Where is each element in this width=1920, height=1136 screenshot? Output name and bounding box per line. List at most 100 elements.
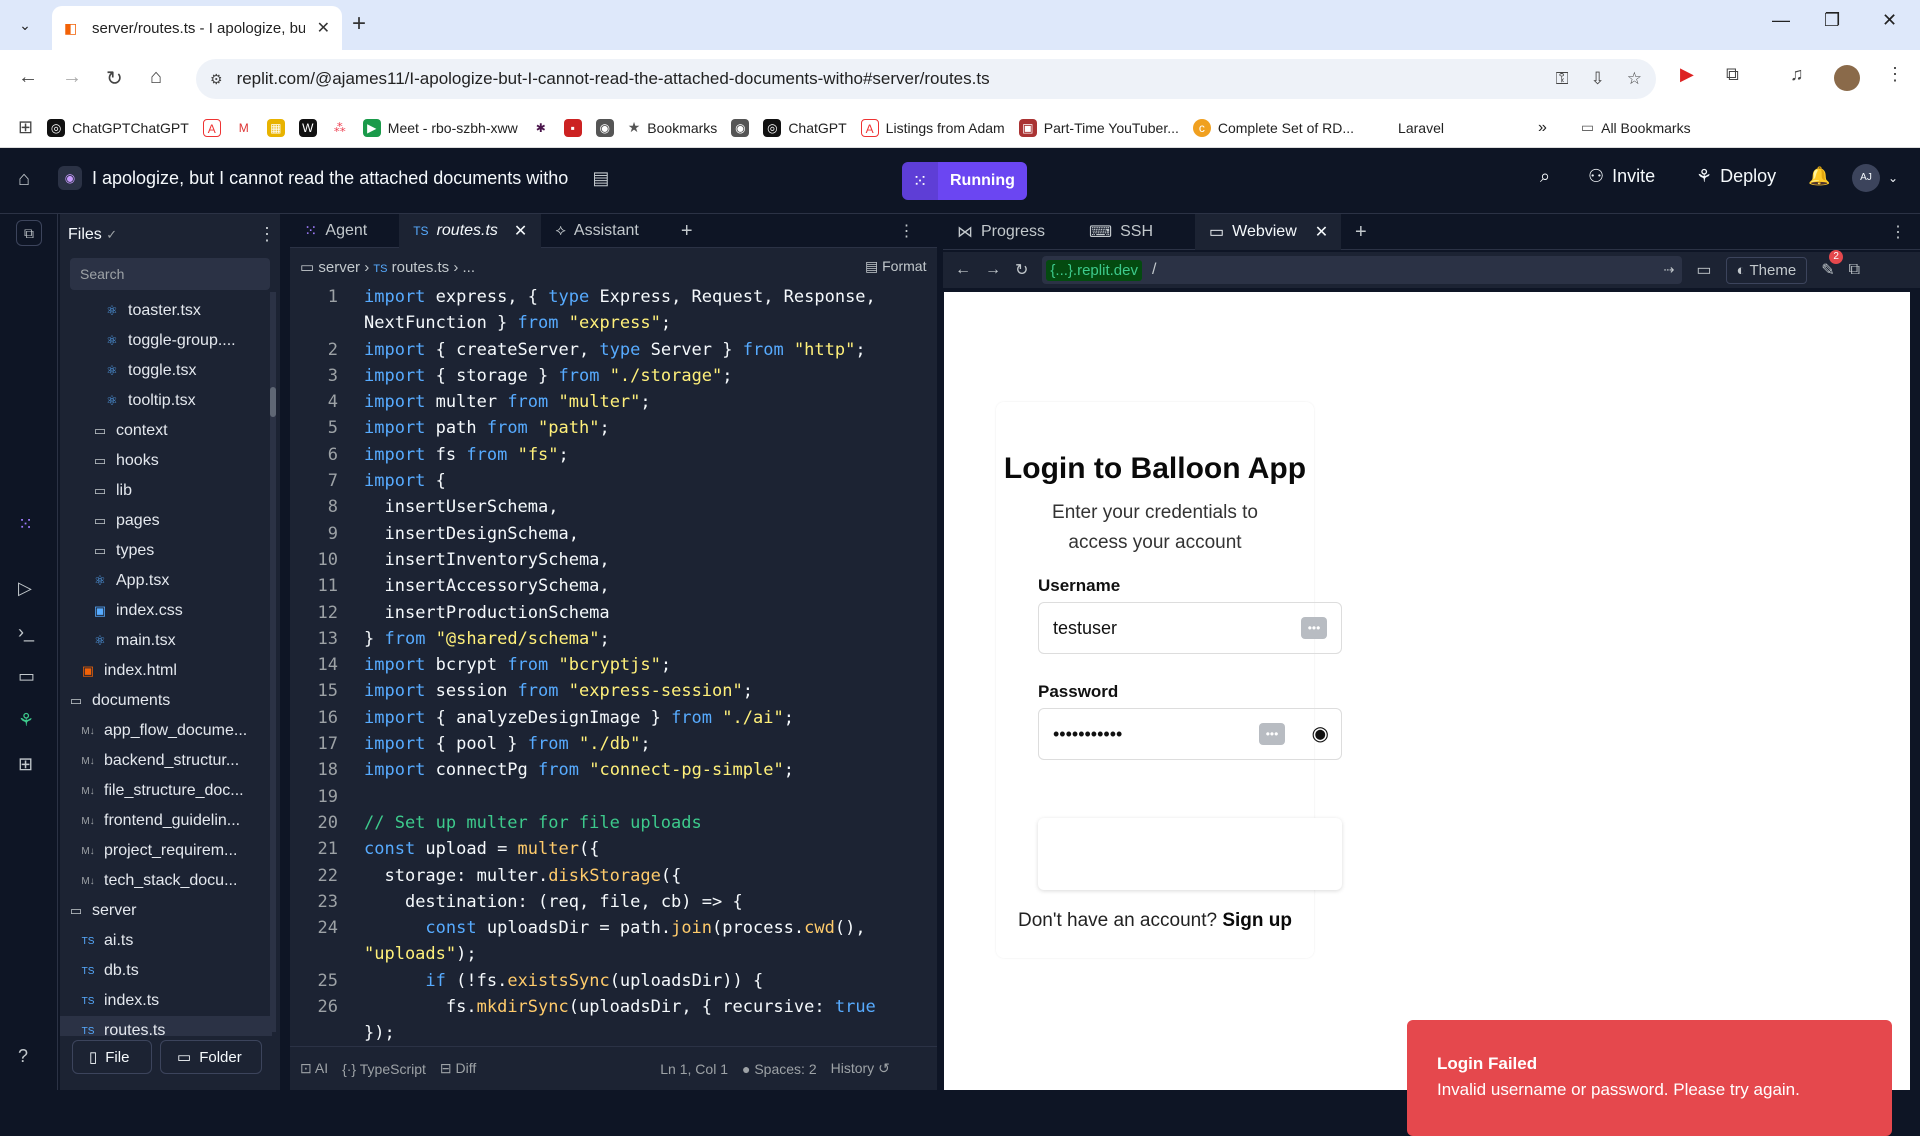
password-field[interactable]: ••••••••••• ••• ◉ <box>1038 708 1342 760</box>
code-line[interactable]: 4 import multer from "multer"; <box>290 389 925 415</box>
agent-icon[interactable]: ⁙ <box>18 514 33 535</box>
home-icon[interactable]: ⌂ <box>18 168 30 191</box>
notifications-icon[interactable]: 🔔 <box>1808 166 1830 187</box>
code-line[interactable]: 16 import { analyzeDesignImage } from "./… <box>290 705 925 731</box>
file-tree-item[interactable]: ▭ types <box>60 536 272 566</box>
code-line[interactable]: 19 <box>290 784 925 810</box>
code-line[interactable]: 17 import { pool } from "./db"; <box>290 731 925 757</box>
youtube-extension-icon[interactable]: ▶ <box>1680 64 1694 85</box>
webview-url-input[interactable]: {...}.replit.dev / ⇢ <box>1042 256 1683 284</box>
preview-icon[interactable]: ▷ <box>18 578 32 599</box>
tab-agent[interactable]: ⁙ Agent <box>290 214 381 248</box>
project-info-icon[interactable]: ▤ <box>592 168 609 189</box>
code-line[interactable]: 14 import bcrypt from "bcryptjs"; <box>290 652 925 678</box>
tab-ssh[interactable]: ⌨ SSH <box>1075 214 1195 250</box>
install-app-icon[interactable]: ⇩ <box>1591 69 1605 89</box>
bookmark-yellow-icon[interactable]: ▦ <box>266 118 285 137</box>
bookmark-chatgpt-chatgpt[interactable]: ◎ ChatGPTChatGPT <box>47 118 189 137</box>
code-line[interactable]: 25 if (!fs.existsSync(uploadsDir)) { <box>290 968 925 994</box>
tab-progress[interactable]: ⋈ Progress <box>943 214 1075 250</box>
bookmark-star-icon[interactable]: ☆ <box>1627 69 1642 89</box>
file-tree-item[interactable]: ▣ index.css <box>60 596 272 626</box>
all-tools-icon[interactable]: ⊞ <box>18 754 33 775</box>
files-icon[interactable]: ⧉ <box>16 220 42 246</box>
address-bar[interactable]: ⚙ replit.com/@ajames11/I-apologize-but-I… <box>196 59 1656 99</box>
code-line[interactable]: 12 insertProductionSchema <box>290 600 925 626</box>
code-line[interactable]: 18 import connectPg from "connect-pg-simp… <box>290 757 925 783</box>
theme-button[interactable]: ◐ Theme <box>1725 256 1808 284</box>
file-tree-item[interactable]: ⚛ toggle.tsx <box>60 356 272 386</box>
tab-routes-ts[interactable]: TS routes.ts ✕ <box>399 214 542 248</box>
open-new-tab-icon[interactable]: ⧉ <box>1849 261 1860 279</box>
help-icon[interactable]: ? <box>18 1046 28 1067</box>
bookmark-airbnb-icon[interactable]: A <box>202 118 221 137</box>
diff-toggle[interactable]: ⊟ Diff <box>440 1060 476 1077</box>
media-controls-icon[interactable]: ♫ <box>1790 64 1804 85</box>
tab-search-dropdown-icon[interactable]: ⌄ <box>10 12 40 38</box>
restore-icon[interactable]: ❐ <box>1824 10 1840 31</box>
reload-icon[interactable]: ↻ <box>1015 260 1028 280</box>
bookmark-color-icon[interactable]: ⁂ <box>330 118 349 137</box>
file-tree-item[interactable]: ▭ lib <box>60 476 272 506</box>
cursor-position[interactable]: Ln 1, Col 1 <box>660 1061 728 1077</box>
bookmark-slack-icon[interactable]: ✱ <box>531 118 550 137</box>
apps-grid-icon[interactable]: ⊞ <box>18 117 33 138</box>
bookmark-globe-icon[interactable]: ◉ <box>595 118 614 137</box>
file-tree-item[interactable]: ▭ pages <box>60 506 272 536</box>
file-tree-item[interactable]: ⚛ App.tsx <box>60 566 272 596</box>
new-folder-button[interactable]: ▭ Folder <box>160 1040 262 1074</box>
invite-button[interactable]: ⚇ Invite <box>1588 166 1655 187</box>
file-tree-item[interactable]: ▭ context <box>60 416 272 446</box>
file-tree-item[interactable]: M↓ frontend_guidelin... <box>60 806 272 836</box>
open-url-icon[interactable]: ⇢ <box>1664 262 1675 278</box>
file-search-input[interactable]: Search <box>70 258 270 290</box>
close-tab-icon[interactable]: ✕ <box>1315 222 1328 242</box>
tab-webview[interactable]: ▭ Webview ✕ <box>1195 214 1341 250</box>
close-window-icon[interactable]: ✕ <box>1882 10 1897 31</box>
bookmark-chatgpt[interactable]: ◎ ChatGPT <box>763 118 847 137</box>
code-line[interactable]: 11 insertAccessorySchema, <box>290 573 925 599</box>
password-manager-icon[interactable]: ••• <box>1259 723 1285 745</box>
code-line[interactable]: 23 destination: (req, file, cb) => { <box>290 889 925 915</box>
bookmark-globe2-icon[interactable]: ◉ <box>731 118 750 137</box>
profile-avatar[interactable] <box>1834 65 1860 91</box>
signup-link[interactable]: Sign up <box>1222 910 1292 931</box>
login-button[interactable] <box>1038 818 1342 890</box>
project-title-group[interactable]: ◉ I apologize, but I cannot read the att… <box>58 166 609 190</box>
browser-tab-active[interactable]: ◧ server/routes.ts - I apologize, bu ✕ <box>52 6 342 50</box>
bookmark-meet[interactable]: ▶ Meet - rbo-szbh-xww <box>362 118 518 137</box>
git-icon[interactable]: ⚘ <box>18 710 34 731</box>
run-button[interactable]: ⁙ Running <box>902 162 1027 200</box>
tab-assistant[interactable]: ⟡ Assistant <box>541 214 653 248</box>
home-icon[interactable]: ⌂ <box>150 66 162 89</box>
code-line[interactable]: 1 import express, { type Express, Request… <box>290 284 925 310</box>
files-menu-icon[interactable]: ⋮ <box>258 224 276 245</box>
pane-menu-icon[interactable]: ⋮ <box>885 214 929 248</box>
file-tree-item[interactable]: ⚛ tooltip.tsx <box>60 386 272 416</box>
ai-toggle[interactable]: ⊡ AI <box>300 1060 328 1077</box>
code-line[interactable]: 2 import { createServer, type Server } fr… <box>290 337 925 363</box>
code-line[interactable]: 20 // Set up multer for file uploads <box>290 810 925 836</box>
code-line[interactable]: 26 fs.mkdirSync(uploadsDir, { recursive:… <box>290 994 925 1020</box>
reload-icon[interactable]: ↻ <box>106 66 123 91</box>
file-tree-item[interactable]: M↓ project_requirem... <box>60 836 272 866</box>
code-line[interactable]: 8 insertUserSchema, <box>290 494 925 520</box>
code-line[interactable]: 7 import { <box>290 468 925 494</box>
code-line[interactable]: 15 import session from "express-session"; <box>290 678 925 704</box>
back-icon[interactable]: ← <box>955 261 971 279</box>
file-tree-item[interactable]: ⚛ main.tsx <box>60 626 272 656</box>
file-tree-item[interactable]: M↓ tech_stack_docu... <box>60 866 272 896</box>
pane-menu-icon[interactable]: ⋮ <box>1876 214 1916 250</box>
code-line[interactable]: 21 const upload = multer({ <box>290 836 925 862</box>
file-tree-item[interactable]: ⚛ toaster.tsx <box>60 296 272 326</box>
indent-setting[interactable]: ● Spaces: 2 <box>742 1061 817 1077</box>
language-indicator[interactable]: {·} TypeScript <box>342 1061 426 1077</box>
code-line[interactable]: NextFunction } from "express"; <box>290 310 925 336</box>
scrollbar-thumb[interactable] <box>270 387 276 417</box>
file-tree-item[interactable]: ⚛ toggle-group.... <box>60 326 272 356</box>
code-line[interactable]: }); <box>290 1020 925 1044</box>
file-tree-item[interactable]: ▭ documents <box>60 686 272 716</box>
code-line[interactable]: 22 storage: multer.diskStorage({ <box>290 863 925 889</box>
file-tree-item[interactable]: ▭ server <box>60 896 272 926</box>
bookmark-gmail-icon[interactable]: M <box>234 118 253 137</box>
